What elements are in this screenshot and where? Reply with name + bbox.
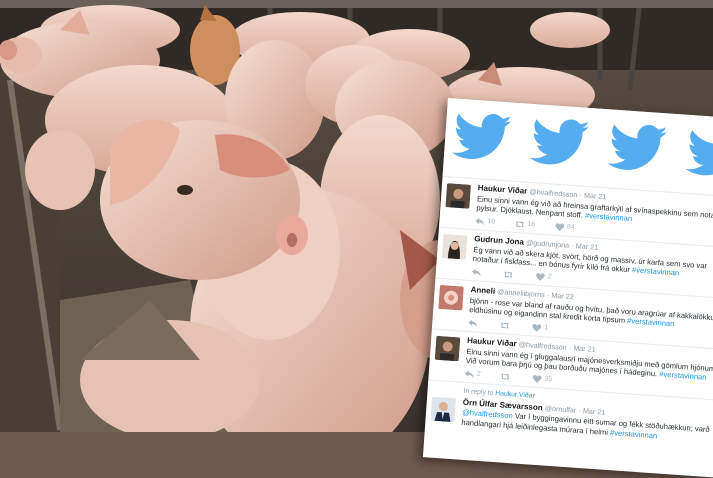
reply-count: 10	[487, 218, 496, 226]
like-button[interactable]: 84	[555, 222, 575, 233]
retweet-button[interactable]	[503, 270, 517, 279]
retweet-button[interactable]	[500, 321, 513, 330]
like-button[interactable]: 2	[535, 272, 552, 283]
separator-dot: ·	[570, 240, 575, 251]
like-count: 84	[566, 223, 575, 232]
like-count: 2	[547, 273, 552, 281]
retweet-icon	[500, 322, 510, 329]
like-icon	[532, 374, 542, 383]
reply-icon	[464, 370, 474, 378]
like-icon	[555, 223, 564, 231]
reply-button[interactable]	[468, 319, 481, 328]
twitter-bird-icon	[529, 119, 590, 165]
hashtag-link[interactable]: #verstavinnan	[659, 370, 707, 382]
avatar[interactable]	[441, 234, 468, 260]
in-reply-prefix: In reply to	[463, 387, 494, 397]
reply-button[interactable]	[471, 268, 485, 277]
like-button[interactable]: 1	[532, 322, 549, 333]
retweet-count: 16	[526, 220, 536, 229]
hashtag-link[interactable]: #verstavinnan	[610, 428, 658, 440]
like-count: 1	[543, 324, 549, 332]
reply-icon	[468, 319, 478, 327]
retweet-icon	[515, 220, 525, 228]
like-icon	[536, 272, 545, 281]
in-reply-to-link[interactable]: Haukur Viðar	[495, 390, 535, 400]
twitter-bird-icon	[607, 124, 668, 170]
retweet-icon	[503, 271, 513, 278]
tweet-time[interactable]: Mar 22	[551, 291, 574, 302]
twitter-bird-icon	[685, 130, 713, 176]
tweet-time[interactable]: Mar 21	[573, 343, 596, 354]
hashtag-link[interactable]: #verstavinnan	[627, 316, 675, 328]
author-name[interactable]: Anneli	[470, 285, 495, 296]
avatar[interactable]	[430, 396, 457, 423]
tweet-time[interactable]: Mar 21	[584, 191, 607, 202]
reply-icon	[475, 217, 485, 226]
separator-dot: ·	[568, 343, 572, 353]
retweet-button[interactable]	[500, 372, 513, 381]
separator-dot: ·	[546, 290, 550, 300]
reply-icon	[471, 268, 481, 277]
tweet-collage-card: Haukur Viðar @hvalfredsson · Mar 21 Einu…	[422, 98, 713, 478]
separator-dot: ·	[578, 405, 582, 415]
like-count: 35	[544, 375, 553, 383]
tweet-time[interactable]: Mar 21	[576, 241, 599, 252]
retweet-button[interactable]: 16	[515, 219, 535, 230]
avatar[interactable]	[438, 284, 464, 311]
avatar[interactable]	[445, 183, 472, 209]
retweet-icon	[500, 373, 510, 380]
like-icon	[532, 323, 542, 332]
tweet-time[interactable]: Mar 21	[583, 406, 606, 417]
separator-dot: ·	[579, 190, 583, 200]
reply-button[interactable]: 2	[464, 369, 481, 380]
hashtag-link[interactable]: #verstavinnan	[585, 211, 633, 223]
twitter-bird-icon	[451, 113, 512, 159]
like-button[interactable]: 35	[532, 374, 553, 385]
reply-count: 2	[476, 370, 481, 378]
author-handle[interactable]: @ornulfar	[544, 403, 576, 414]
hashtag-link[interactable]: #verstavinnan	[632, 265, 680, 277]
reply-button[interactable]: 10	[475, 216, 496, 227]
avatar[interactable]	[434, 335, 461, 362]
